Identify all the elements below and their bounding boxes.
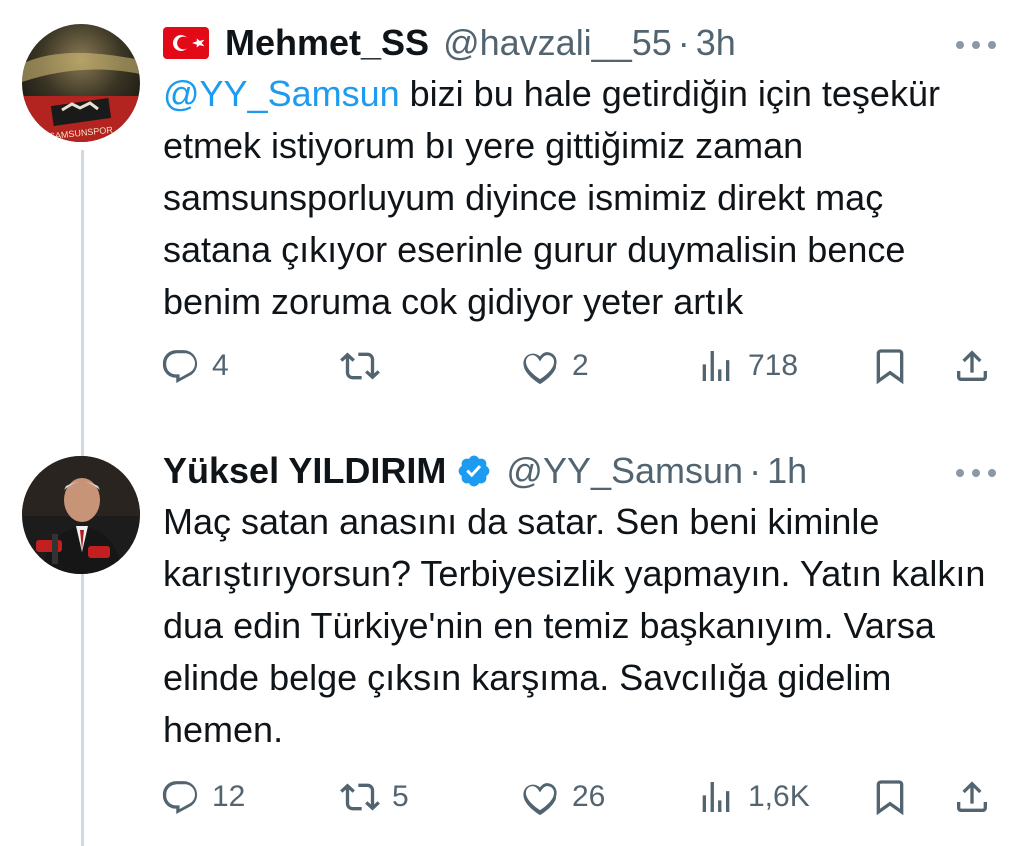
turkey-flag-icon	[163, 27, 209, 59]
bookmark-button[interactable]	[870, 775, 910, 819]
share-button[interactable]	[952, 344, 992, 388]
share-icon	[957, 781, 987, 812]
retweet-icon	[340, 783, 380, 811]
separator-dot: ·	[677, 22, 690, 63]
tweet-header: Mehmet_SS @havzali__55 · 3h	[163, 18, 736, 68]
tweet-header: Yüksel YILDIRIM @YY_Samsun · 1h	[163, 446, 807, 496]
tweet-actions: 4 2 718	[160, 344, 1000, 388]
bookmark-icon	[876, 349, 904, 385]
views-count: 718	[748, 349, 799, 382]
tweet-timestamp[interactable]: 1h	[767, 450, 807, 492]
like-icon	[523, 352, 557, 385]
tweet-actions: 12 5 26 1,6K	[160, 775, 1000, 819]
tweet-1[interactable]: SAMSUNSPOR Mehmet_SS @havzali__55 · 3h @…	[0, 0, 1024, 420]
reply-icon	[162, 350, 198, 383]
like-button[interactable]: 26	[520, 775, 605, 819]
separator-dot: ·	[749, 450, 762, 491]
views-button[interactable]: 1,6K	[696, 775, 810, 819]
bookmark-icon	[876, 780, 904, 816]
retweet-button[interactable]: 5	[340, 775, 409, 819]
views-button[interactable]: 718	[696, 344, 798, 388]
reply-button[interactable]: 12	[160, 775, 245, 819]
retweet-icon	[340, 352, 380, 380]
more-icon[interactable]	[956, 38, 996, 52]
views-icon	[702, 351, 730, 381]
author-handle[interactable]: @havzali__55	[443, 22, 672, 64]
author-handle[interactable]: @YY_Samsun	[506, 450, 743, 492]
mention-link[interactable]: @YY_Samsun	[163, 73, 400, 114]
reply-count: 12	[212, 780, 246, 813]
avatar-mehmet[interactable]: SAMSUNSPOR	[22, 24, 140, 142]
reply-icon	[162, 781, 198, 814]
reply-button[interactable]: 4	[160, 344, 229, 388]
like-button[interactable]: 2	[520, 344, 589, 388]
bookmark-button[interactable]	[870, 344, 910, 388]
views-count: 1,6K	[748, 780, 810, 813]
avatar-yuksel[interactable]	[22, 456, 140, 574]
more-icon[interactable]	[956, 466, 996, 480]
like-icon	[523, 783, 557, 816]
tweet-text: Maç satan anasını da satar. Sen beni kim…	[163, 496, 993, 756]
share-icon	[957, 350, 987, 381]
share-button[interactable]	[952, 775, 992, 819]
author-name[interactable]: Mehmet_SS	[225, 22, 429, 64]
reply-count: 4	[212, 349, 229, 382]
like-count: 26	[572, 780, 606, 813]
tweet-body: Maç satan anasını da satar. Sen beni kim…	[163, 501, 986, 750]
tweet-2[interactable]: Yüksel YILDIRIM @YY_Samsun · 1h Maç sata…	[0, 420, 1024, 846]
retweet-button[interactable]	[340, 344, 392, 388]
tweet-timestamp[interactable]: 3h	[696, 22, 736, 64]
retweet-count: 5	[392, 780, 409, 813]
views-icon	[702, 782, 730, 812]
tweet-text: @YY_Samsun bizi bu hale getirdiğin için …	[163, 68, 993, 328]
like-count: 2	[572, 349, 589, 382]
verified-badge-icon	[459, 455, 490, 487]
author-name[interactable]: Yüksel YILDIRIM	[163, 450, 446, 492]
